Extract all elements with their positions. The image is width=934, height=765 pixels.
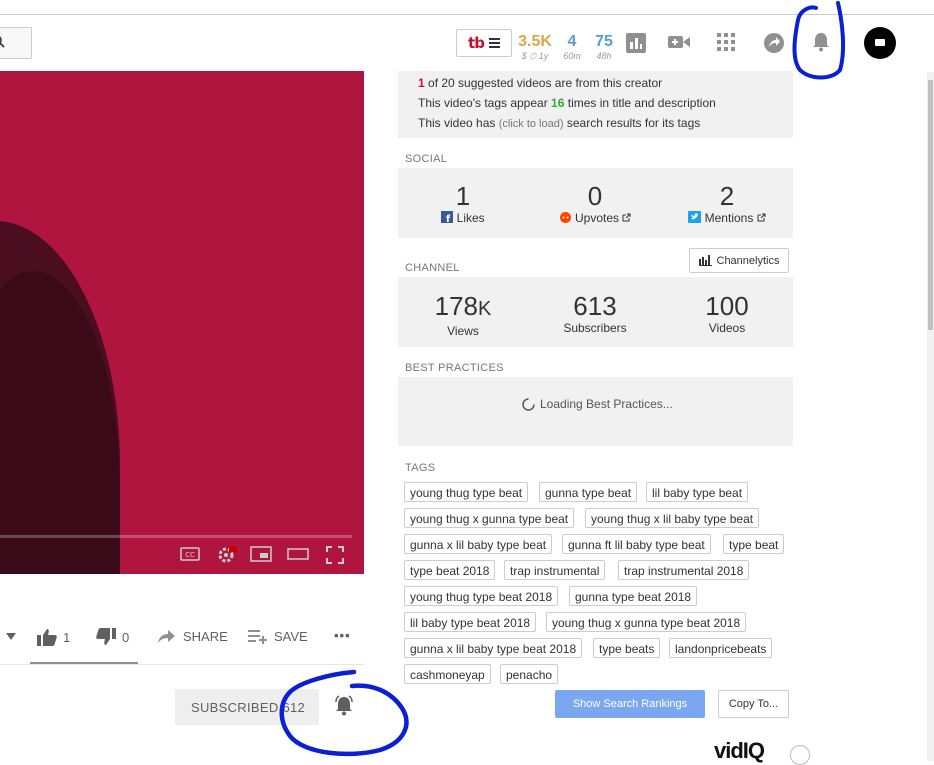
tags-section-title: TAGS <box>405 462 436 474</box>
video-player[interactable] <box>0 71 364 574</box>
facebook-icon: f <box>441 211 454 225</box>
theater-mode-icon[interactable] <box>287 546 309 562</box>
dropdown-caret-icon[interactable] <box>6 633 16 641</box>
twitter-icon <box>688 211 702 223</box>
tag-chip[interactable]: gunna ft lil baby type beat <box>562 534 711 554</box>
svg-text:f: f <box>446 214 451 223</box>
tag-chip[interactable]: type beat 2018 <box>404 560 496 580</box>
best-practices-loading: Loading Best Practices... <box>522 397 673 411</box>
thumbs-up-icon <box>37 629 57 646</box>
external-link-icon <box>622 213 631 222</box>
channel-videos: 100 Videos <box>705 291 749 335</box>
video-camera-icon[interactable] <box>668 34 690 50</box>
tag-chip[interactable]: trap instrumental 2018 <box>618 560 750 580</box>
channel-views: 178K Views <box>434 291 492 338</box>
tag-chip[interactable]: young thug x gunna type beat <box>404 508 575 528</box>
share-button[interactable]: SHARE <box>157 628 228 644</box>
annotation-circle-subscribe-bell <box>279 669 409 757</box>
spinner-icon <box>522 397 535 411</box>
like-button[interactable]: 1 <box>37 628 70 646</box>
svg-text:CC: CC <box>185 551 195 559</box>
bar-chart-icon[interactable] <box>626 33 646 53</box>
annotation-circle-bell <box>792 1 846 80</box>
apps-grid-icon[interactable] <box>717 33 735 51</box>
tag-chip[interactable]: gunna type beat <box>539 482 638 502</box>
captions-icon[interactable]: CC <box>180 546 200 562</box>
tag-chip[interactable]: gunna x lil baby type beat <box>404 534 553 554</box>
playlist-add-icon <box>248 630 267 644</box>
vidiq-logo: vidIQ <box>714 738 765 763</box>
tag-chip[interactable]: young thug x lil baby type beat <box>585 508 760 528</box>
social-section-title: SOCIAL <box>405 153 448 165</box>
tag-chip[interactable]: young thug x gunna type beat 2018 <box>546 612 747 632</box>
social-likes[interactable]: 1 f Likes <box>398 181 528 225</box>
tubebuddy-logo: tb <box>468 34 485 52</box>
bar-chart-icon <box>698 255 712 266</box>
copy-to-button[interactable]: Copy To... <box>718 690 789 718</box>
hamburger-icon <box>488 38 500 48</box>
tubebuddy-menu-button[interactable]: tb <box>456 29 512 57</box>
social-upvotes[interactable]: 0 Upvotes <box>530 181 660 225</box>
video-frame-hair <box>0 271 120 574</box>
tag-chip[interactable]: lil baby type beat 2018 <box>404 612 537 632</box>
scrollbar-thumb[interactable] <box>928 80 933 330</box>
reddit-icon <box>559 212 571 223</box>
tag-chip[interactable]: trap instrumental <box>504 560 606 580</box>
suggested-line-3: This video has (click to load) search re… <box>418 116 701 130</box>
tag-chip[interactable]: gunna x lil baby type beat 2018 <box>404 638 583 658</box>
more-actions-button[interactable]: ••• <box>334 628 351 643</box>
channelytics-button[interactable]: Channelytics <box>689 248 789 273</box>
tag-chip[interactable]: penacho <box>500 664 559 684</box>
stat-60m[interactable]: 4 60m <box>560 33 584 61</box>
tag-chip[interactable]: young thug type beat <box>404 482 529 502</box>
channel-section-title: CHANNEL <box>405 262 460 274</box>
tag-chip[interactable]: landonpricebeats <box>669 638 773 658</box>
settings-icon[interactable] <box>217 546 237 564</box>
suggested-line-1: 1 of 20 suggested videos are from this c… <box>418 76 663 90</box>
tag-chip[interactable]: young thug type beat 2018 <box>404 586 559 606</box>
channel-subscribers: 613 Subscribers <box>563 291 627 335</box>
video-progress-bar[interactable] <box>0 535 352 538</box>
show-search-rankings-button[interactable]: Show Search Rankings <box>555 690 705 718</box>
best-practices-section-title: BEST PRACTICES <box>405 362 504 374</box>
search-button[interactable] <box>0 27 32 59</box>
avatar[interactable] <box>864 27 896 59</box>
share-arrow-icon <box>158 630 175 643</box>
tag-chip[interactable]: type beat <box>723 534 785 554</box>
stat-views[interactable]: 3.5K $ ⏱ 1y <box>516 33 554 61</box>
social-mentions[interactable]: 2 Mentions <box>662 181 792 225</box>
best-practices-panel <box>398 377 793 446</box>
fullscreen-icon[interactable] <box>326 546 344 564</box>
external-link-icon <box>757 213 766 222</box>
stat-48h[interactable]: 75 48h <box>590 33 618 61</box>
dislike-button[interactable]: 0 <box>96 628 129 646</box>
click-to-load-link[interactable]: (click to load) <box>499 118 564 130</box>
search-icon <box>0 36 5 48</box>
vidiq-toggle[interactable] <box>790 745 810 765</box>
tag-chip[interactable]: cashmoneyap <box>404 664 491 684</box>
divider <box>0 664 364 665</box>
tag-chip[interactable]: lil baby type beat <box>646 482 749 502</box>
tag-chip[interactable]: gunna type beat 2018 <box>569 586 698 606</box>
save-button[interactable]: SAVE <box>248 628 308 644</box>
miniplayer-icon[interactable] <box>250 546 272 562</box>
tag-chip[interactable]: type beats <box>593 638 661 658</box>
thumbs-down-icon <box>96 628 116 645</box>
suggested-line-2: This video's tags appear 16 times in tit… <box>418 96 716 110</box>
